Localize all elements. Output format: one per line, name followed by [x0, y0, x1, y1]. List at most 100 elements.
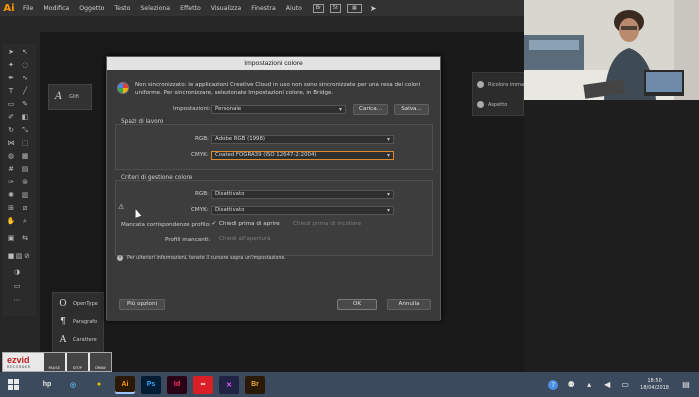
- panel-appearance[interactable]: Aspetto: [477, 101, 507, 108]
- eraser-tool-icon[interactable]: ◧: [20, 113, 30, 122]
- load-button[interactable]: Carica...: [353, 104, 388, 115]
- indesign-icon[interactable]: Id: [167, 375, 187, 394]
- magic-wand-tool-icon[interactable]: ✦: [6, 61, 16, 70]
- hp-icon[interactable]: hp: [37, 375, 57, 394]
- policy-cmyk-select[interactable]: Disattivato: [211, 206, 394, 215]
- windows-logo-icon: [7, 379, 19, 390]
- character-icon: A: [59, 335, 67, 345]
- swap-fill-stroke-icon[interactable]: ⇆: [20, 234, 30, 243]
- width-tool-icon[interactable]: ⋈: [6, 139, 16, 148]
- chrome-icon[interactable]: ●: [89, 375, 109, 394]
- menu-file[interactable]: File: [18, 5, 38, 12]
- webcam-image: [524, 0, 699, 100]
- clock[interactable]: 18:50 18/04/2018: [640, 378, 669, 392]
- curvature-tool-icon[interactable]: ∿: [20, 74, 30, 83]
- colorful-app-icon[interactable]: ✕: [219, 375, 239, 394]
- panel-opentype[interactable]: O OpenType: [58, 299, 98, 309]
- mesh-tool-icon[interactable]: #: [6, 165, 16, 174]
- ask-on-open-checkbox[interactable]: Chiedi all'apertura: [211, 236, 271, 242]
- collapsed-panels-right: Ricolora immagine Aspetto: [472, 72, 535, 116]
- workspace-rgb-select[interactable]: Adobe RGB (1998): [211, 135, 394, 144]
- panel-paragraph[interactable]: ¶ Paragrafo: [58, 317, 97, 327]
- lasso-tool-icon[interactable]: ◌: [20, 61, 30, 70]
- more-options-button[interactable]: Più opzioni: [119, 299, 165, 310]
- ask-open-checkbox[interactable]: ✓ Chiedi prima di aprire: [211, 221, 279, 228]
- shape-builder-tool-icon[interactable]: ◍: [6, 152, 16, 161]
- battery-icon[interactable]: ▭: [620, 380, 630, 390]
- rectangle-tool-icon[interactable]: ▭: [6, 100, 16, 109]
- menu-seleziona[interactable]: Seleziona: [135, 5, 175, 12]
- hand-tool-icon[interactable]: ✋: [6, 217, 16, 226]
- profile-mismatch-label: Mancata corrispondenze profilo:: [121, 222, 211, 228]
- paintbrush-tool-icon[interactable]: ✎: [20, 100, 30, 109]
- rotate-tool-icon[interactable]: ↻: [6, 126, 16, 135]
- bridge-icon[interactable]: Br: [245, 375, 265, 394]
- people-icon[interactable]: ⚉: [566, 380, 576, 390]
- screen-mode-icon[interactable]: ▭: [12, 282, 22, 291]
- info-icon: i: [117, 255, 123, 261]
- notifications-icon[interactable]: ▤: [681, 380, 691, 390]
- zoom-tool-icon[interactable]: ⌕: [20, 217, 30, 226]
- scale-tool-icon[interactable]: ⤡: [20, 126, 30, 135]
- cancel-button[interactable]: Annulla: [387, 299, 431, 310]
- workspace-cmyk-select[interactable]: Coated FOGRA39 (ISO 12647-2:2004): [211, 151, 394, 160]
- menu-effetto[interactable]: Effetto: [175, 5, 206, 12]
- ask-paste-checkbox[interactable]: Chiedi prima di incollare: [285, 221, 361, 227]
- menu-modifica[interactable]: Modifica: [38, 5, 74, 12]
- direct-selection-tool-icon[interactable]: ↖: [20, 48, 30, 57]
- edit-toolbar-icon[interactable]: ⋯: [12, 296, 22, 305]
- save-button[interactable]: Salva...: [394, 104, 429, 115]
- menu-aiuto[interactable]: Aiuto: [281, 5, 307, 12]
- illustrator-icon[interactable]: Ai: [115, 375, 135, 394]
- glyphs-panel-collapsed[interactable]: A Glifi: [48, 84, 92, 110]
- ok-button[interactable]: OK: [337, 299, 377, 310]
- free-transform-tool-icon[interactable]: ⬚: [20, 139, 30, 148]
- send-icon[interactable]: ➤: [370, 4, 377, 13]
- app-network-icon[interactable]: ◎: [63, 375, 83, 394]
- perspective-grid-tool-icon[interactable]: ▦: [20, 152, 30, 161]
- photoshop-icon[interactable]: Ps: [141, 375, 161, 394]
- shaper-tool-icon[interactable]: ✐: [6, 113, 16, 122]
- drawing-mode-icon[interactable]: ◑: [12, 268, 22, 277]
- creative-cloud-icon[interactable]: ∞: [193, 375, 213, 394]
- selection-tool-icon[interactable]: ➤: [6, 48, 16, 57]
- paragraph-icon: ¶: [60, 317, 66, 327]
- glyph-icon: A: [55, 91, 63, 102]
- gradient-tool-icon[interactable]: ▤: [20, 165, 30, 174]
- appearance-icon: [477, 101, 484, 108]
- type-tool-icon[interactable]: T: [6, 87, 16, 96]
- menu-finestra[interactable]: Finestra: [246, 5, 281, 12]
- graph-tool-icon[interactable]: ▥: [20, 191, 30, 200]
- stock-launch-icon[interactable]: St: [329, 3, 341, 13]
- line-tool-icon[interactable]: ╱: [20, 87, 30, 96]
- start-button[interactable]: [0, 372, 26, 397]
- symbol-sprayer-tool-icon[interactable]: ✺: [6, 191, 16, 200]
- pen-tool-icon[interactable]: ✒: [6, 74, 16, 83]
- recorder-logo: ezvid RECORDER: [3, 353, 42, 371]
- dialog-title: Impostazioni colore: [107, 57, 440, 70]
- artboard-tool-icon[interactable]: ⊞: [6, 204, 16, 213]
- blend-tool-icon[interactable]: ⊚: [20, 178, 30, 187]
- slice-tool-icon[interactable]: ⧄: [20, 204, 30, 213]
- workspace-right: [524, 100, 699, 372]
- menu-visualizza[interactable]: Visualizza: [206, 5, 246, 12]
- eyedropper-tool-icon[interactable]: ✑: [6, 178, 16, 187]
- settings-select[interactable]: Personale: [211, 105, 346, 114]
- panel-character[interactable]: A Carattere: [58, 335, 97, 345]
- help-icon[interactable]: ?: [548, 379, 559, 390]
- system-tray: ? ⚉ ▴ ◀ ▭ 18:50 18/04/2018 ▤: [544, 372, 699, 397]
- recorder-draw-button[interactable]: DRAW: [89, 353, 112, 371]
- menu-testo[interactable]: Testo: [109, 5, 135, 12]
- workspace-rgb-label: RGB:: [195, 136, 209, 142]
- panel-label: OpenType: [73, 301, 98, 307]
- volume-icon[interactable]: ◀: [602, 380, 612, 390]
- arrange-documents-icon[interactable]: ▦: [346, 3, 362, 13]
- none-mode-icon[interactable]: ⊘: [22, 252, 32, 261]
- policy-rgb-select[interactable]: Disattivato: [211, 190, 394, 199]
- network-icon[interactable]: ▴: [584, 380, 594, 390]
- fill-stroke-icon[interactable]: ▣: [6, 234, 16, 243]
- recorder-stop-button[interactable]: STOP: [66, 353, 88, 371]
- recorder-pause-button[interactable]: PAUSE: [43, 353, 65, 371]
- menu-oggetto[interactable]: Oggetto: [74, 5, 109, 12]
- bridge-launch-icon[interactable]: Br: [312, 3, 324, 13]
